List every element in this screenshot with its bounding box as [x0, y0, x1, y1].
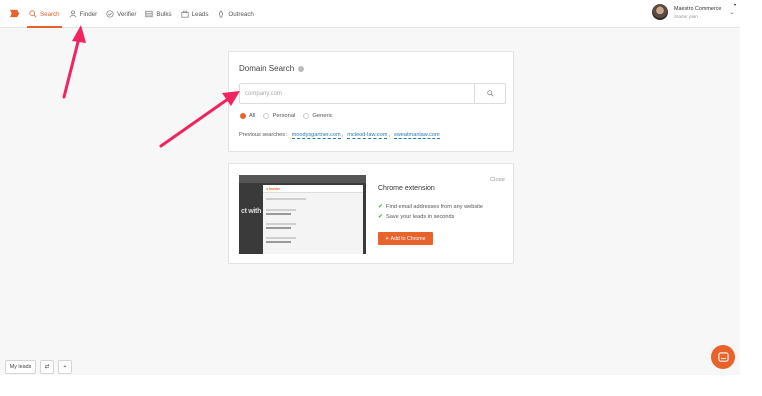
feature-text: Find email addresses from any website: [386, 203, 484, 210]
feature-item: ✔ Save your leads in seconds: [378, 213, 455, 221]
search-icon: [29, 10, 37, 18]
add-to-chrome-label: Add to Chrome: [390, 235, 426, 242]
radio-unchecked-icon: [263, 113, 270, 119]
checkmark-icon: ✔: [378, 204, 384, 210]
nav-item-bulks[interactable]: Bulks: [145, 0, 172, 28]
previous-searches: Previous searches: moodysgartner.com, mc…: [239, 132, 440, 139]
plus-icon: +: [385, 235, 389, 242]
search-icon: [486, 90, 494, 97]
filter-personal-label: Personal: [272, 113, 296, 119]
app-page: Search Finder Verifier Bulks Leads Outre…: [0, 0, 740, 375]
bulks-icon: [145, 10, 153, 18]
domain-search-title-text: Domain Search: [239, 64, 295, 73]
radio-unchecked-icon: [303, 113, 310, 119]
nav-label-leads: Leads: [191, 10, 209, 18]
nav-item-leads[interactable]: Leads: [181, 0, 209, 28]
email-type-filters: All Personal Generic: [240, 113, 341, 119]
finder-icon: [69, 10, 77, 18]
domain-search-card: Domain Search All Personal Generic: [228, 51, 514, 152]
radio-checked-icon: [240, 113, 246, 119]
previous-search-link[interactable]: sweatmanlaw.com: [393, 132, 440, 139]
domain-search-box: [239, 83, 506, 104]
account-name: Maestro Commerce: [674, 5, 722, 12]
nav-item-search[interactable]: Search: [27, 0, 62, 28]
previous-search-link[interactable]: moodysgartner.com: [291, 132, 341, 139]
window-dot-icon: •: [734, 3, 737, 9]
chrome-extension-card: ct with ● hunter Close Chrome extension …: [228, 163, 514, 264]
nav-label-outreach: Outreach: [228, 10, 254, 18]
verifier-icon: [106, 10, 114, 18]
chevron-down-icon[interactable]: ⌄: [729, 9, 734, 16]
avatar[interactable]: [652, 4, 668, 20]
nav-item-finder[interactable]: Finder: [69, 0, 98, 28]
main-nav: Search Finder Verifier Bulks Leads Outre…: [27, 0, 263, 28]
help-icon[interactable]: [298, 65, 305, 72]
feature-text: Save your leads in seconds: [386, 213, 455, 220]
chat-launcher-button[interactable]: [711, 345, 735, 369]
top-bar: Search Finder Verifier Bulks Leads Outre…: [0, 0, 740, 28]
filter-all-radio[interactable]: All: [240, 113, 255, 119]
chrome-extension-title: Chrome extension: [378, 185, 435, 192]
nav-label-bulks: Bulks: [156, 10, 172, 18]
filter-all-label: All: [249, 113, 256, 119]
nav-label-verifier: Verifier: [117, 10, 137, 18]
nav-item-verifier[interactable]: Verifier: [106, 0, 136, 28]
filter-generic-radio[interactable]: Generic: [303, 113, 333, 119]
domain-search-input[interactable]: [240, 84, 474, 103]
account-plan: Starter plan: [674, 13, 698, 19]
previous-searches-label: Previous searches: [239, 132, 286, 138]
swap-icon[interactable]: ⇄: [40, 360, 54, 374]
leads-icon: [181, 10, 189, 18]
chat-icon: [717, 351, 729, 362]
extension-screenshot-image: ct with ● hunter: [239, 175, 366, 254]
filter-generic-label: Generic: [312, 113, 333, 119]
my-leads-button[interactable]: My leads: [5, 360, 36, 374]
domain-search-button[interactable]: [474, 84, 505, 103]
bottom-toolbar: My leads ⇄ +: [5, 360, 76, 374]
account-menu[interactable]: Maestro Commerce Starter plan ⌄: [652, 4, 734, 20]
previous-search-link[interactable]: mcleod-law.com: [347, 132, 388, 139]
add-button[interactable]: +: [58, 360, 72, 374]
nav-label-search: Search: [40, 10, 60, 18]
nav-item-outreach[interactable]: Outreach: [217, 0, 254, 28]
feature-item: ✔ Find email addresses from any website: [378, 203, 484, 211]
nav-label-finder: Finder: [79, 10, 98, 18]
domain-search-title: Domain Search: [239, 64, 305, 73]
filter-personal-radio[interactable]: Personal: [263, 113, 295, 119]
checkmark-icon: ✔: [378, 214, 384, 220]
close-link[interactable]: Close: [490, 177, 505, 183]
outreach-icon: [219, 10, 224, 18]
hunter-logo-icon[interactable]: [9, 8, 20, 19]
account-text: Maestro Commerce Starter plan: [674, 6, 721, 19]
add-to-chrome-button[interactable]: + Add to Chrome: [378, 232, 433, 245]
